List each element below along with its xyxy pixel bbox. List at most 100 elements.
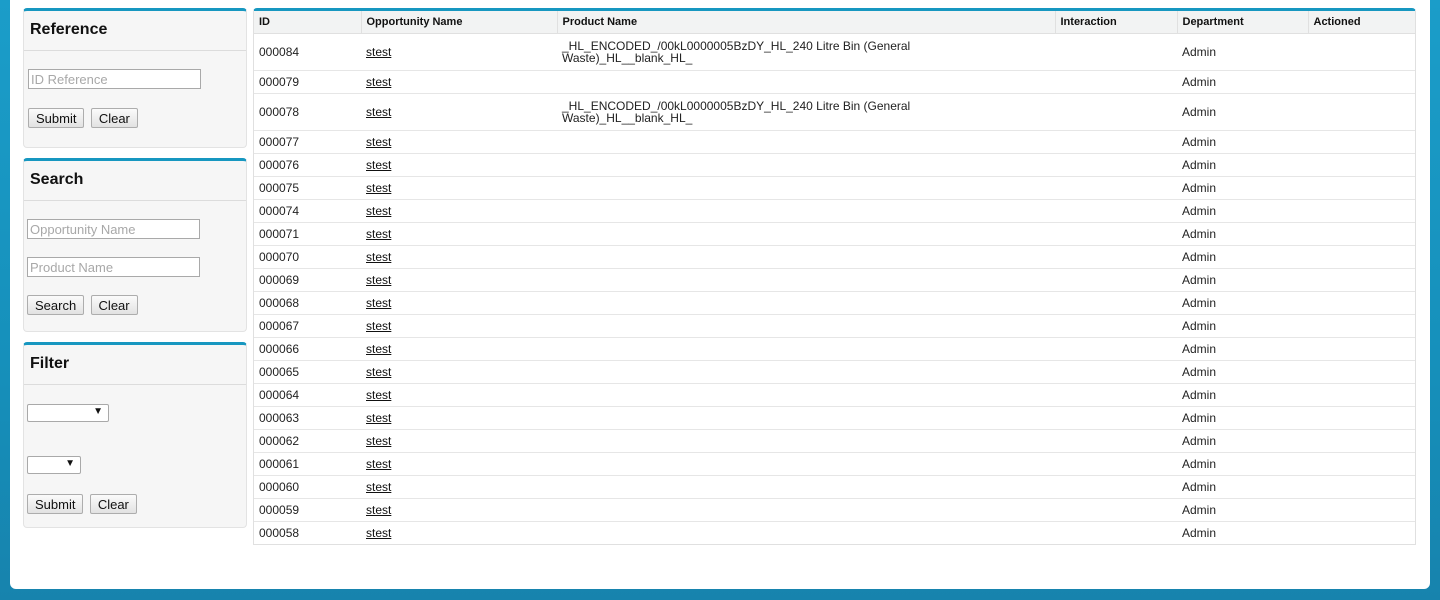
opportunity-link[interactable]: stest bbox=[366, 204, 391, 218]
table-row: 000069 stest Admin bbox=[254, 268, 1415, 292]
cell-department: Admin bbox=[1177, 153, 1308, 177]
cell-id: 000066 bbox=[254, 337, 361, 361]
cell-product-name bbox=[557, 314, 1055, 338]
column-header-opportunity-name[interactable]: Opportunity Name bbox=[360, 11, 557, 34]
search-button[interactable]: Search bbox=[27, 295, 85, 315]
table-row: 000063 stest Admin bbox=[254, 406, 1415, 430]
cell-product-name bbox=[557, 130, 1055, 154]
reference-submit-button[interactable]: Submit bbox=[28, 108, 85, 128]
cell-id: 000069 bbox=[254, 268, 361, 292]
product-name-input[interactable] bbox=[27, 257, 200, 277]
cell-department: Admin bbox=[1177, 314, 1308, 338]
opportunity-link[interactable]: stest bbox=[366, 342, 391, 356]
opportunity-link[interactable]: stest bbox=[366, 526, 391, 540]
filter-select-1[interactable]: ▼ bbox=[27, 404, 109, 422]
cell-interaction bbox=[1055, 475, 1177, 499]
cell-id: 000074 bbox=[254, 199, 361, 223]
cell-product-name bbox=[557, 406, 1055, 430]
cell-interaction bbox=[1055, 268, 1177, 292]
filter-submit-button[interactable]: Submit bbox=[27, 494, 84, 514]
opportunity-link[interactable]: stest bbox=[366, 480, 391, 494]
cell-opportunity-name: stest bbox=[361, 70, 557, 94]
column-header-product-name[interactable]: Product Name bbox=[556, 11, 1055, 34]
table-row: 000068 stest Admin bbox=[254, 291, 1415, 315]
cell-interaction bbox=[1055, 452, 1177, 476]
opportunity-link[interactable]: stest bbox=[366, 227, 391, 241]
cell-department: Admin bbox=[1177, 406, 1308, 430]
cell-department: Admin bbox=[1177, 360, 1308, 384]
opportunity-link[interactable]: stest bbox=[366, 457, 391, 471]
cell-product-name bbox=[557, 521, 1055, 544]
cell-interaction bbox=[1055, 291, 1177, 315]
cell-department: Admin bbox=[1177, 452, 1308, 476]
cell-id: 000068 bbox=[254, 291, 361, 315]
column-header-interaction[interactable]: Interaction bbox=[1054, 11, 1177, 34]
column-header-id[interactable]: ID bbox=[254, 11, 361, 34]
reference-clear-button[interactable]: Clear bbox=[90, 108, 138, 128]
opportunity-link[interactable]: stest bbox=[366, 365, 391, 379]
cell-opportunity-name: stest bbox=[361, 521, 557, 544]
cell-opportunity-name: stest bbox=[361, 337, 557, 361]
column-header-actioned[interactable]: Actioned bbox=[1307, 11, 1415, 34]
opportunity-link[interactable]: stest bbox=[366, 75, 391, 89]
search-title: Search bbox=[24, 161, 246, 201]
cell-id: 000077 bbox=[254, 130, 361, 154]
cell-id: 000058 bbox=[259, 525, 300, 540]
cell-interaction bbox=[1055, 406, 1177, 430]
cell-interaction bbox=[1055, 33, 1177, 71]
cell-department: Admin bbox=[1182, 525, 1217, 540]
cell-id: 000061 bbox=[254, 452, 361, 476]
cell-id: 000060 bbox=[254, 475, 361, 499]
cell-opportunity-name: stest bbox=[361, 268, 557, 292]
filter-clear-button[interactable]: Clear bbox=[89, 494, 137, 514]
column-header-department[interactable]: Department bbox=[1176, 11, 1308, 34]
opportunity-link[interactable]: stest bbox=[366, 503, 391, 517]
opportunity-link[interactable]: stest bbox=[366, 296, 391, 310]
opportunity-link[interactable]: stest bbox=[366, 434, 391, 448]
cell-department: Admin bbox=[1177, 475, 1308, 499]
cell-id: 000078 bbox=[254, 93, 361, 131]
cell-actioned bbox=[1308, 70, 1415, 94]
cell-actioned bbox=[1308, 93, 1415, 131]
cell-product-name: _HL_ENCODED_/00kL0000005BzDY_HL_240 Litr… bbox=[557, 93, 1055, 131]
cell-product-name bbox=[557, 222, 1055, 246]
cell-actioned bbox=[1308, 130, 1415, 154]
opportunity-link[interactable]: stest bbox=[366, 388, 391, 402]
cell-product-name: _HL_ENCODED_/00kL0000005BzDY_HL_240 Litr… bbox=[557, 33, 1055, 71]
cell-actioned bbox=[1308, 314, 1415, 338]
cell-opportunity-name: stest bbox=[361, 314, 557, 338]
cell-interaction bbox=[1055, 93, 1177, 131]
search-clear-button[interactable]: Clear bbox=[90, 295, 138, 315]
cell-id: 000084 bbox=[254, 33, 361, 71]
cell-id: 000067 bbox=[254, 314, 361, 338]
cell-opportunity-name: stest bbox=[361, 475, 557, 499]
cell-department: Admin bbox=[1177, 291, 1308, 315]
table-row: 000058 stest Admin bbox=[254, 521, 1415, 544]
id-reference-input[interactable] bbox=[28, 69, 201, 89]
filter-panel: Filter ▼ ▼ Submit Clear bbox=[23, 342, 247, 528]
product-name-text: _HL_ENCODED_/00kL0000005BzDY_HL_240 Litr… bbox=[562, 38, 911, 65]
opportunity-link[interactable]: stest bbox=[366, 273, 391, 287]
cell-actioned bbox=[1308, 429, 1415, 453]
cell-actioned bbox=[1308, 153, 1415, 177]
opportunity-link[interactable]: stest bbox=[366, 135, 391, 149]
opportunity-link[interactable]: stest bbox=[366, 105, 391, 119]
cell-department: Admin bbox=[1177, 245, 1308, 269]
opportunity-link[interactable]: stest bbox=[366, 411, 391, 425]
cell-department: Admin bbox=[1177, 70, 1308, 94]
filter-select-2[interactable]: ▼ bbox=[27, 456, 81, 474]
cell-department: Admin bbox=[1177, 93, 1308, 131]
results-table-container: ID Opportunity Name Product Name Interactio… bbox=[253, 8, 1416, 545]
cell-actioned bbox=[1308, 475, 1415, 499]
cell-product-name bbox=[557, 337, 1055, 361]
opportunity-link[interactable]: stest bbox=[366, 250, 391, 264]
cell-product-name bbox=[557, 245, 1055, 269]
opportunity-link[interactable]: stest bbox=[366, 181, 391, 195]
cell-interaction bbox=[1055, 245, 1177, 269]
cell-department: Admin bbox=[1177, 199, 1308, 223]
reference-title: Reference bbox=[24, 11, 246, 51]
opportunity-link[interactable]: stest bbox=[366, 319, 391, 333]
opportunity-link[interactable]: stest bbox=[366, 158, 391, 172]
opportunity-link[interactable]: stest bbox=[366, 45, 391, 59]
opportunity-name-input[interactable] bbox=[27, 219, 200, 239]
